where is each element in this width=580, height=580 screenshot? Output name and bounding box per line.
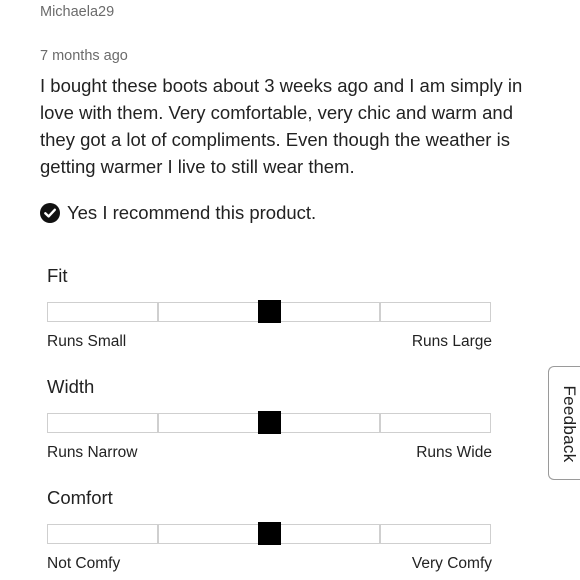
recommend-text: Yes I recommend this product. — [67, 202, 317, 223]
review-timestamp: 7 months ago — [40, 48, 128, 64]
rating-left-label: Runs Small — [47, 333, 127, 350]
rating-left-label: Not Comfy — [47, 555, 121, 572]
rating-right-label: Very Comfy — [411, 555, 492, 572]
rating-marker — [258, 411, 281, 434]
review-body: I bought these boots about 3 weeks ago a… — [40, 75, 523, 177]
check-circle-icon — [40, 203, 60, 223]
feedback-label: Feedback — [560, 385, 579, 463]
rating-marker — [258, 300, 281, 323]
rating-right-label: Runs Wide — [416, 444, 492, 461]
rating-title: Fit — [47, 265, 68, 286]
rating-left-label: Runs Narrow — [47, 444, 138, 461]
feedback-tab[interactable]: Feedback — [548, 366, 580, 480]
rating-title: Width — [47, 376, 95, 397]
recommend-row: Yes I recommend this product. — [40, 202, 316, 224]
rating-marker — [258, 522, 281, 545]
rating-title: Comfort — [47, 487, 113, 508]
review-username: Michaela29 — [40, 4, 115, 20]
rating-right-label: Runs Large — [411, 333, 492, 350]
